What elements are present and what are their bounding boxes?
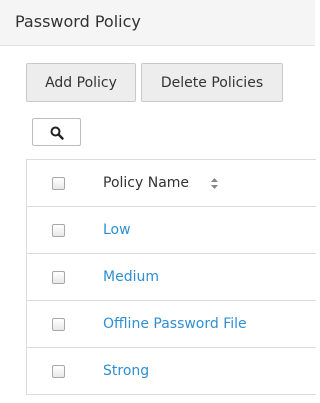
table-row: Offline Password File xyxy=(27,301,316,348)
sort-icon[interactable] xyxy=(210,177,219,190)
search-icon xyxy=(50,126,64,140)
row-checkbox[interactable] xyxy=(52,318,65,331)
policy-link-low[interactable]: Low xyxy=(103,222,131,238)
select-all-checkbox[interactable] xyxy=(52,177,65,190)
policy-table: Policy Name Low Medium Offline Password … xyxy=(26,159,316,395)
row-checkbox[interactable] xyxy=(52,271,65,284)
table-row: Low xyxy=(27,207,316,254)
policy-link-offline-password-file[interactable]: Offline Password File xyxy=(103,316,247,332)
row-checkbox[interactable] xyxy=(52,224,65,237)
page-title: Password Policy xyxy=(15,12,141,31)
table-row: Medium xyxy=(27,254,316,301)
search-button[interactable] xyxy=(32,118,81,146)
column-header-policy-name[interactable]: Policy Name xyxy=(103,175,189,191)
add-policy-button[interactable]: Add Policy xyxy=(26,63,136,102)
table-row: Strong xyxy=(27,348,316,395)
page-header: Password Policy xyxy=(0,0,315,46)
table-header-row: Policy Name xyxy=(27,160,316,207)
policy-link-medium[interactable]: Medium xyxy=(103,269,159,285)
delete-policies-button[interactable]: Delete Policies xyxy=(141,63,283,102)
row-checkbox[interactable] xyxy=(52,365,65,378)
policy-link-strong[interactable]: Strong xyxy=(103,363,149,379)
